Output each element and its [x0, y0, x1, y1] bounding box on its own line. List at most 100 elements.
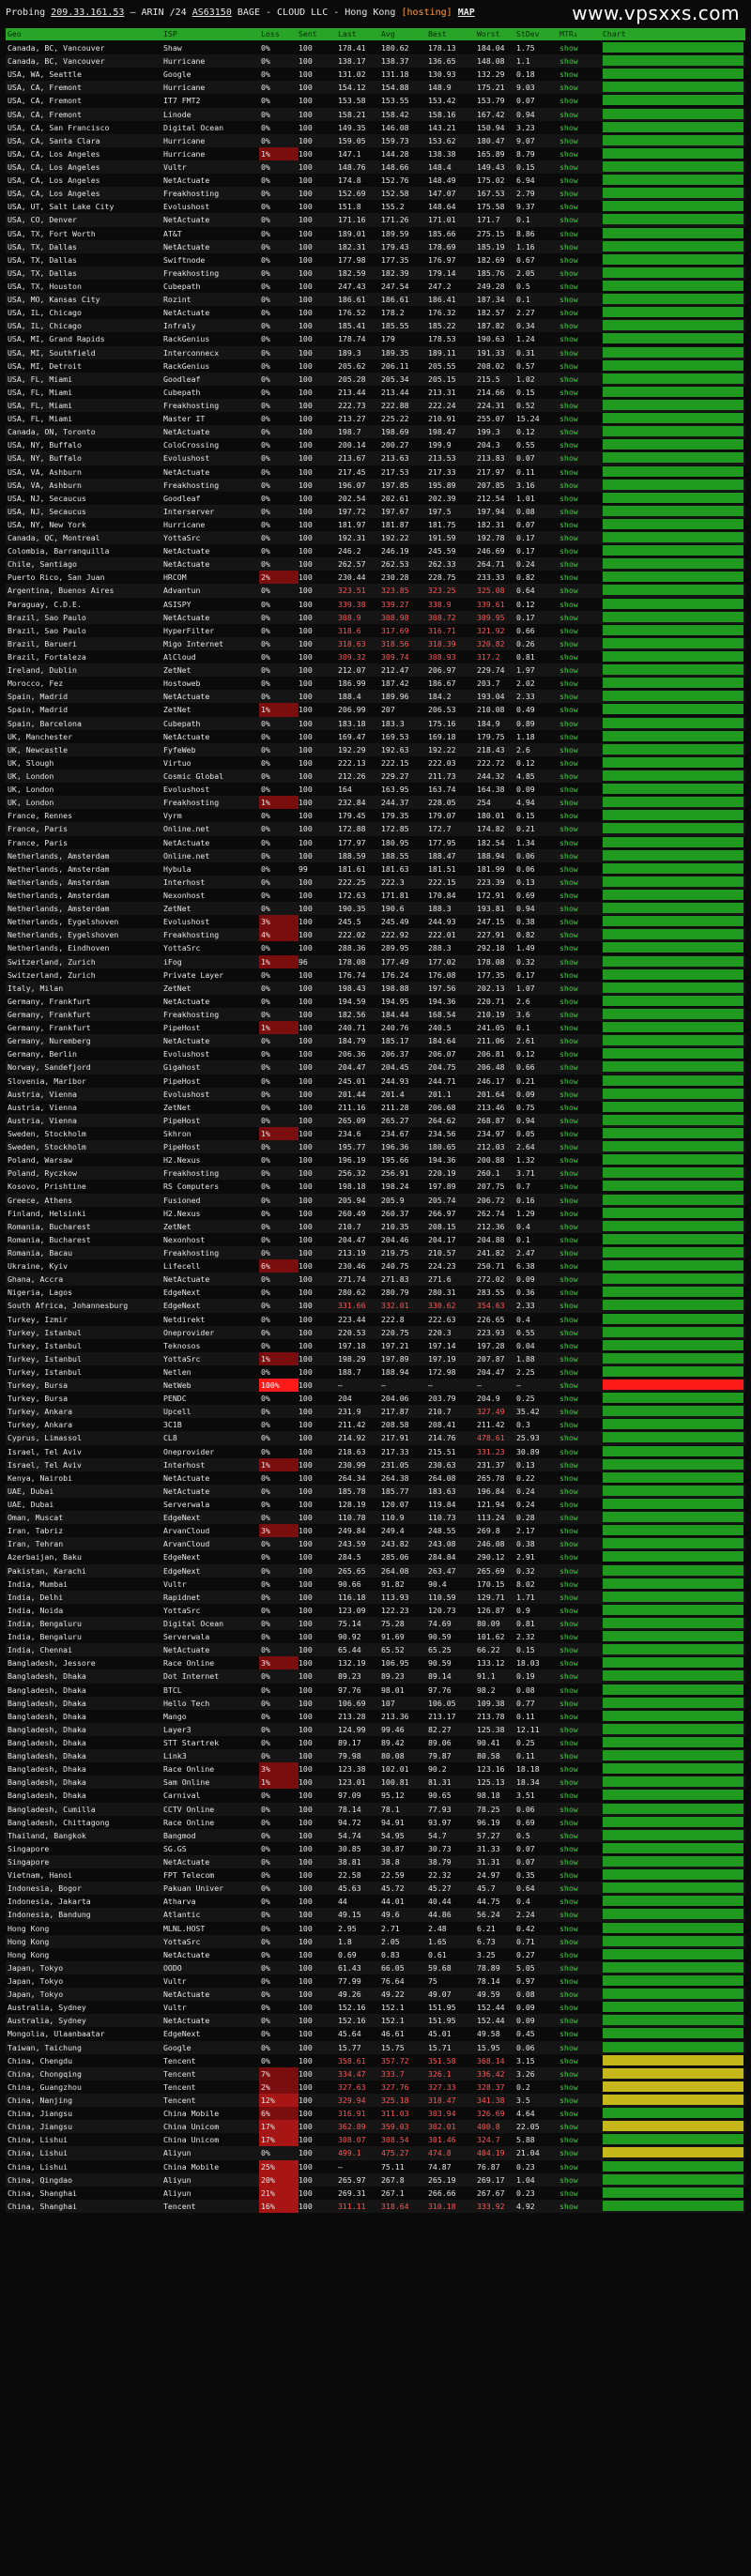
mtr-show-link[interactable]: show [559, 1431, 593, 1444]
mtr-show-link[interactable]: show [559, 1273, 593, 1286]
mtr-show-link[interactable]: show [559, 1405, 593, 1418]
mtr-show-link[interactable]: show [559, 68, 593, 81]
mtr-show-link[interactable]: show [559, 637, 593, 650]
mtr-show-link[interactable]: show [559, 1882, 593, 1895]
mtr-show-link[interactable]: show [559, 121, 593, 134]
mtr-show-link[interactable]: show [559, 902, 593, 915]
mtr-show-link[interactable]: show [559, 2120, 593, 2133]
mtr-show-link[interactable]: show [559, 770, 593, 783]
mtr-show-link[interactable]: show [559, 876, 593, 889]
mtr-show-link[interactable]: show [559, 717, 593, 730]
mtr-show-link[interactable]: show [559, 2067, 593, 2081]
mtr-show-link[interactable]: show [559, 1511, 593, 1524]
mtr-show-link[interactable]: show [559, 584, 593, 597]
col-mtr[interactable]: MTR↓ [559, 29, 578, 38]
mtr-show-link[interactable]: show [559, 2014, 593, 2027]
mtr-show-link[interactable]: show [559, 1974, 593, 1988]
mtr-show-link[interactable]: show [559, 1591, 593, 1604]
mtr-show-link[interactable]: show [559, 1935, 593, 1948]
mtr-show-link[interactable]: show [559, 1259, 593, 1273]
mtr-show-link[interactable]: show [559, 995, 593, 1008]
mtr-show-link[interactable]: show [559, 1194, 593, 1207]
ip-link[interactable]: 209.33.161.53 [51, 8, 124, 18]
mtr-show-link[interactable]: show [559, 2146, 593, 2159]
mtr-show-link[interactable]: show [559, 147, 593, 160]
mtr-show-link[interactable]: show [559, 1656, 593, 1669]
mtr-show-link[interactable]: show [559, 531, 593, 544]
mtr-show-link[interactable]: show [559, 492, 593, 505]
mtr-show-link[interactable]: show [559, 955, 593, 968]
mtr-show-link[interactable]: show [559, 1166, 593, 1180]
mtr-show-link[interactable]: show [559, 319, 593, 332]
mtr-show-link[interactable]: show [559, 451, 593, 465]
mtr-show-link[interactable]: show [559, 1352, 593, 1365]
mtr-show-link[interactable]: show [559, 1060, 593, 1074]
mtr-show-link[interactable]: show [559, 1445, 593, 1458]
mtr-show-link[interactable]: show [559, 557, 593, 571]
mtr-show-link[interactable]: show [559, 134, 593, 147]
mtr-show-link[interactable]: show [559, 240, 593, 253]
mtr-show-link[interactable]: show [559, 213, 593, 226]
mtr-show-link[interactable]: show [559, 1392, 593, 1405]
mtr-show-link[interactable]: show [559, 267, 593, 280]
mtr-show-link[interactable]: show [559, 2027, 593, 2040]
mtr-show-link[interactable]: show [559, 1922, 593, 1935]
mtr-show-link[interactable]: show [559, 81, 593, 94]
mtr-show-link[interactable]: show [559, 1326, 593, 1339]
mtr-show-link[interactable]: show [559, 1829, 593, 1842]
mtr-show-link[interactable]: show [559, 624, 593, 637]
mtr-show-link[interactable]: show [559, 227, 593, 240]
asn-link[interactable]: AS63150 [192, 8, 232, 18]
mtr-show-link[interactable]: show [559, 862, 593, 876]
mtr-show-link[interactable]: show [559, 108, 593, 121]
mtr-show-link[interactable]: show [559, 1485, 593, 1498]
mtr-show-link[interactable]: show [559, 359, 593, 373]
mtr-show-link[interactable]: show [559, 1803, 593, 1816]
mtr-show-link[interactable]: show [559, 386, 593, 399]
mtr-show-link[interactable]: show [559, 836, 593, 849]
mtr-show-link[interactable]: show [559, 1816, 593, 1829]
mtr-show-link[interactable]: show [559, 1207, 593, 1220]
mtr-show-link[interactable]: show [559, 1339, 593, 1352]
mtr-show-link[interactable]: show [559, 1578, 593, 1591]
mtr-show-link[interactable]: show [559, 94, 593, 107]
mtr-show-link[interactable]: show [559, 332, 593, 345]
mtr-show-link[interactable]: show [559, 2081, 593, 2094]
mtr-show-link[interactable]: show [559, 174, 593, 187]
mtr-show-link[interactable]: show [559, 611, 593, 624]
mtr-show-link[interactable]: show [559, 796, 593, 809]
mtr-show-link[interactable]: show [559, 1630, 593, 1643]
mtr-show-link[interactable]: show [559, 1365, 593, 1379]
mtr-show-link[interactable]: show [559, 690, 593, 703]
mtr-show-link[interactable]: show [559, 2054, 593, 2067]
mtr-show-link[interactable]: show [559, 1710, 593, 1723]
mtr-show-link[interactable]: show [559, 650, 593, 663]
mtr-show-link[interactable]: show [559, 1988, 593, 2001]
mtr-show-link[interactable]: show [559, 1034, 593, 1047]
mtr-show-link[interactable]: show [559, 412, 593, 425]
mtr-show-link[interactable]: show [559, 465, 593, 479]
mtr-show-link[interactable]: show [559, 1418, 593, 1431]
col-best[interactable]: Best [428, 29, 447, 38]
mtr-show-link[interactable]: show [559, 1379, 593, 1392]
mtr-show-link[interactable]: show [559, 663, 593, 677]
mtr-show-link[interactable]: show [559, 756, 593, 770]
col-last[interactable]: Last [338, 29, 357, 38]
mtr-show-link[interactable]: show [559, 399, 593, 412]
mtr-show-link[interactable]: show [559, 1233, 593, 1246]
mtr-show-link[interactable]: show [559, 505, 593, 518]
mtr-show-link[interactable]: show [559, 1498, 593, 1511]
mtr-show-link[interactable]: show [559, 1550, 593, 1563]
mtr-show-link[interactable]: show [559, 1075, 593, 1088]
mtr-show-link[interactable]: show [559, 1471, 593, 1485]
mtr-show-link[interactable]: show [559, 1220, 593, 1233]
mtr-show-link[interactable]: show [559, 2094, 593, 2107]
mtr-show-link[interactable]: show [559, 730, 593, 743]
mtr-show-link[interactable]: show [559, 1021, 593, 1034]
mtr-show-link[interactable]: show [559, 2041, 593, 2054]
mtr-show-link[interactable]: show [559, 571, 593, 584]
mtr-show-link[interactable]: show [559, 1617, 593, 1630]
mtr-show-link[interactable]: show [559, 743, 593, 756]
mtr-show-link[interactable]: show [559, 1736, 593, 1749]
mtr-show-link[interactable]: show [559, 822, 593, 835]
